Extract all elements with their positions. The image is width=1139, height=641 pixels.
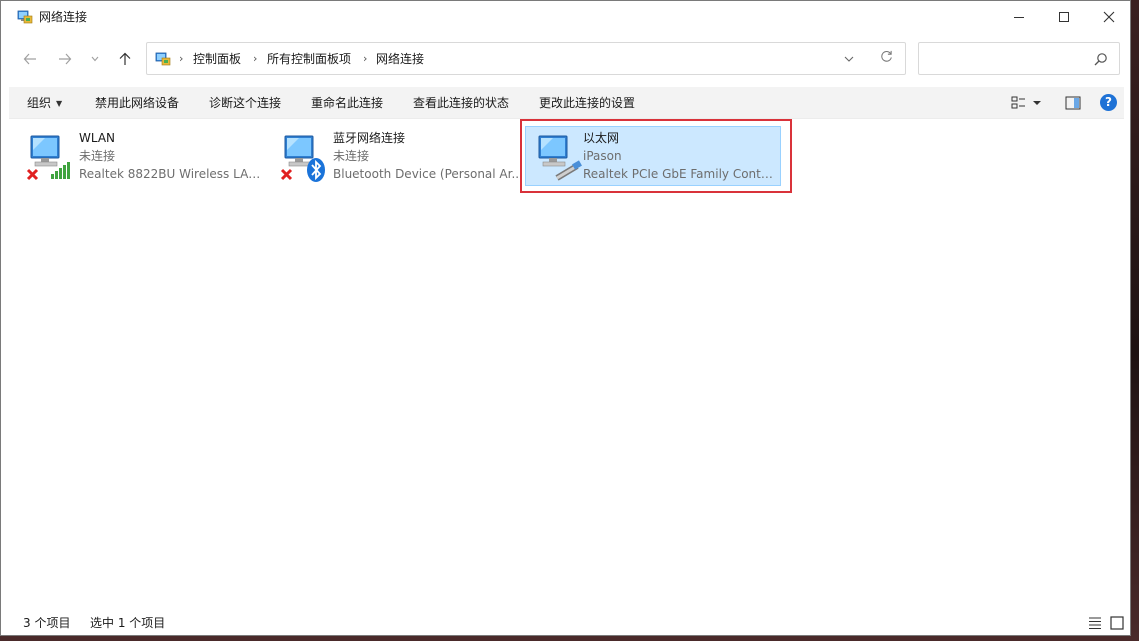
address-bar[interactable]: › 控制面板 › 所有控制面板项 › 网络连接: [146, 42, 906, 75]
caret-down-icon: ▼: [56, 99, 63, 108]
network-connections-window: 网络连接 › 控制面板 › 所有控制面板项 › 网络连接 组织 ▼ 禁用此网络设…: [0, 0, 1131, 636]
item-count: 3 个项目: [23, 616, 71, 630]
close-icon: [1103, 11, 1115, 23]
network-computer-icon: [280, 135, 325, 182]
up-button[interactable]: [113, 47, 137, 71]
breadcrumb-separator: ›: [179, 52, 184, 65]
maximize-button[interactable]: [1041, 1, 1087, 33]
organize-label: 组织: [27, 96, 52, 110]
connection-device: Realtek 8822BU Wireless LAN ...: [79, 167, 269, 181]
network-folder-icon: [17, 10, 33, 24]
address-dropdown-button[interactable]: [840, 50, 858, 68]
breadcrumb-control-panel[interactable]: 控制面板: [193, 51, 241, 67]
bluetooth-icon: [307, 158, 325, 182]
recent-locations-button[interactable]: [85, 47, 105, 71]
arrow-right-icon: [59, 53, 72, 65]
back-button[interactable]: [18, 47, 42, 71]
change-settings-button[interactable]: 更改此连接的设置: [539, 87, 635, 119]
diagnose-connection-button[interactable]: 诊断这个连接: [209, 87, 281, 119]
disconnected-x-icon: [280, 168, 293, 181]
connection-status: 未连接: [79, 149, 116, 163]
breadcrumb-separator: ›: [253, 52, 258, 65]
search-input[interactable]: [918, 42, 1120, 75]
status-bar: 3 个项目 选中 1 个项目: [1, 611, 1130, 635]
refresh-icon: [880, 50, 892, 62]
connection-item-bluetooth[interactable]: 蓝牙网络连接 未连接 Bluetooth Device (Personal Ar…: [271, 124, 525, 188]
change-view-icon[interactable]: [1011, 95, 1027, 111]
command-bar: 组织 ▼ 禁用此网络设备 诊断这个连接 重命名此连接 查看此连接的状态 更改此连接…: [9, 87, 1124, 119]
breadcrumb-network-connections[interactable]: 网络连接: [376, 51, 424, 67]
breadcrumb-all-items[interactable]: 所有控制面板项: [267, 51, 351, 67]
highlight-annotation: [520, 119, 792, 193]
control-panel-icon: [155, 52, 171, 66]
organize-menu-button[interactable]: 组织 ▼: [27, 87, 62, 119]
title-bar: 网络连接: [1, 1, 1130, 33]
connection-device: Bluetooth Device (Personal Ar...: [333, 167, 523, 181]
connection-status: 未连接: [333, 149, 370, 163]
disconnected-x-icon: [26, 168, 39, 181]
maximize-icon: [1059, 12, 1069, 22]
refresh-button[interactable]: [877, 49, 895, 69]
breadcrumb-separator: ›: [363, 52, 368, 65]
arrow-left-icon: [23, 53, 36, 65]
preview-pane-icon[interactable]: [1065, 95, 1081, 111]
connection-item-wlan[interactable]: WLAN 未连接 Realtek 8822BU Wireless LAN ...: [17, 124, 271, 188]
minimize-button[interactable]: [996, 1, 1042, 33]
arrow-up-icon: [119, 52, 131, 65]
view-options-dropdown-icon[interactable]: [1031, 95, 1043, 111]
details-view-icon[interactable]: [1087, 615, 1103, 631]
network-computer-icon: [26, 135, 70, 181]
connection-name: 蓝牙网络连接: [333, 131, 406, 145]
search-icon: [1094, 53, 1107, 66]
selection-count: 选中 1 个项目: [90, 616, 166, 630]
chevron-down-icon: [91, 56, 99, 62]
connections-list: WLAN 未连接 Realtek 8822BU Wireless LAN ...…: [9, 120, 1124, 610]
minimize-icon: [1014, 16, 1024, 18]
large-icons-view-icon[interactable]: [1109, 615, 1125, 631]
chevron-down-icon: [844, 56, 854, 62]
rename-connection-button[interactable]: 重命名此连接: [311, 87, 383, 119]
view-status-button[interactable]: 查看此连接的状态: [413, 87, 509, 119]
close-button[interactable]: [1086, 1, 1132, 33]
disable-device-button[interactable]: 禁用此网络设备: [95, 87, 179, 119]
window-title: 网络连接: [39, 10, 88, 24]
help-icon[interactable]: ?: [1100, 94, 1117, 111]
forward-button[interactable]: [53, 47, 77, 71]
connection-name: WLAN: [79, 131, 116, 145]
